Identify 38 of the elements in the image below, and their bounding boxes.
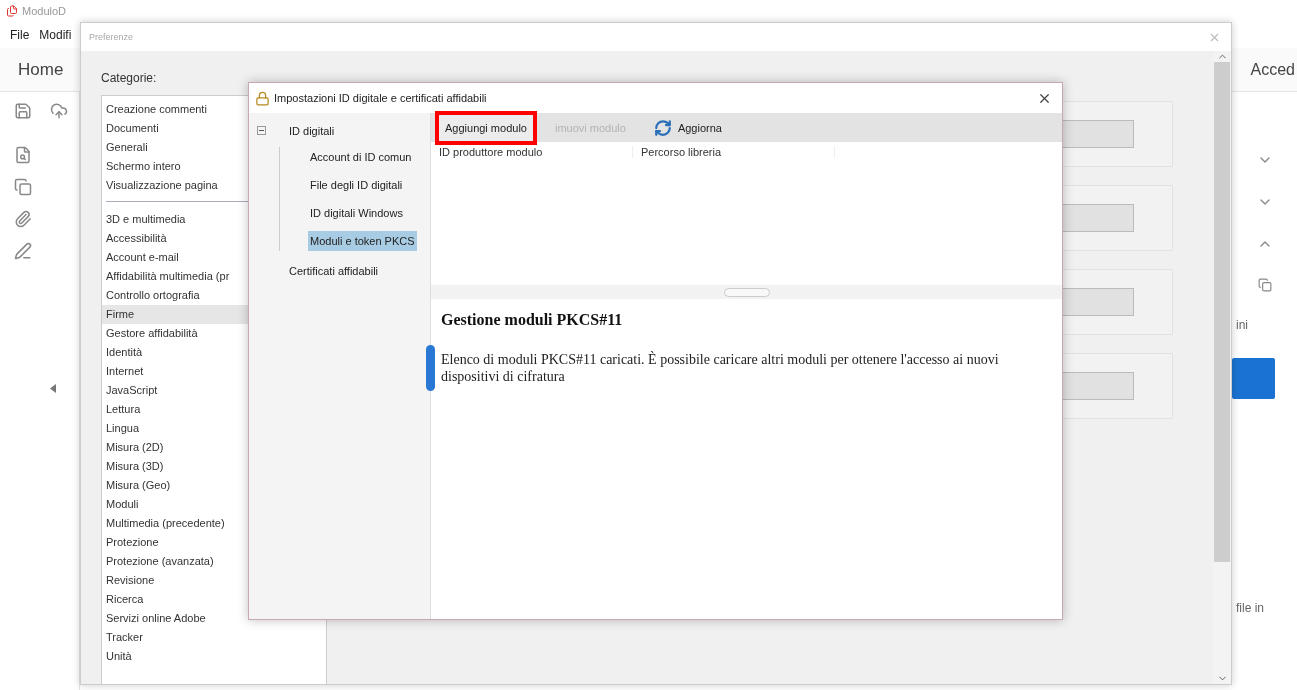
splitter-handle[interactable] (426, 345, 435, 391)
splitter-handle[interactable] (723, 287, 770, 297)
menu-item[interactable]: File (10, 28, 30, 42)
tree-item[interactable]: ID digitali (287, 121, 337, 141)
caret-left-icon[interactable] (50, 384, 56, 393)
cloud-upload-icon[interactable] (50, 102, 68, 120)
collapse-icon[interactable] (257, 125, 266, 135)
pdf-file-icon (6, 5, 18, 17)
column-header[interactable]: Percorso libreria (633, 146, 835, 158)
paperclip-icon[interactable] (14, 210, 32, 228)
toolbar-button[interactable]: Aggiungi modulo (435, 110, 537, 145)
description-text: Elenco di moduli PKCS#11 caricati. È possibile caricare altri moduli per ottenere l'accesso ai nuovi dispositivi di cifratura (441, 351, 1000, 385)
save-icon[interactable] (14, 102, 32, 120)
file-search-icon[interactable] (14, 146, 32, 164)
tree-item[interactable]: Account di ID comun (308, 147, 414, 167)
dialog-title: Preferenze (89, 32, 134, 42)
dialog-title: Impostazioni ID digitale e certificati affidabili (274, 92, 488, 104)
refresh-button[interactable]: Aggiorna (643, 110, 732, 145)
pen-icon[interactable] (14, 242, 32, 260)
copy-icon[interactable] (1257, 278, 1272, 292)
copy-icon[interactable] (14, 178, 32, 196)
refresh-icon (653, 118, 672, 137)
tree-item[interactable]: ID digitali Windows (308, 203, 405, 223)
home-tab[interactable]: Home (18, 59, 64, 80)
menu-item[interactable]: Modifi (39, 28, 72, 42)
category-item[interactable]: Tracker (102, 628, 326, 647)
categories-label: Categorie: (101, 71, 158, 85)
window-title: ModuloD (22, 5, 67, 17)
column-header[interactable]: ID produttore modulo (431, 146, 633, 158)
tab[interactable]: Acced (1250, 60, 1297, 79)
panel-text: file in (1235, 601, 1264, 615)
panel-text: ini (1235, 318, 1248, 332)
lock-icon (255, 90, 270, 106)
tree-item[interactable]: File degli ID digitali (308, 175, 405, 195)
category-item[interactable]: Unità (102, 647, 326, 666)
tree-item[interactable]: Moduli e token PKCS (308, 231, 417, 251)
tree-item[interactable]: Certificati affidabili (287, 261, 381, 281)
section-heading: Gestione moduli PKCS#11 (441, 311, 624, 329)
